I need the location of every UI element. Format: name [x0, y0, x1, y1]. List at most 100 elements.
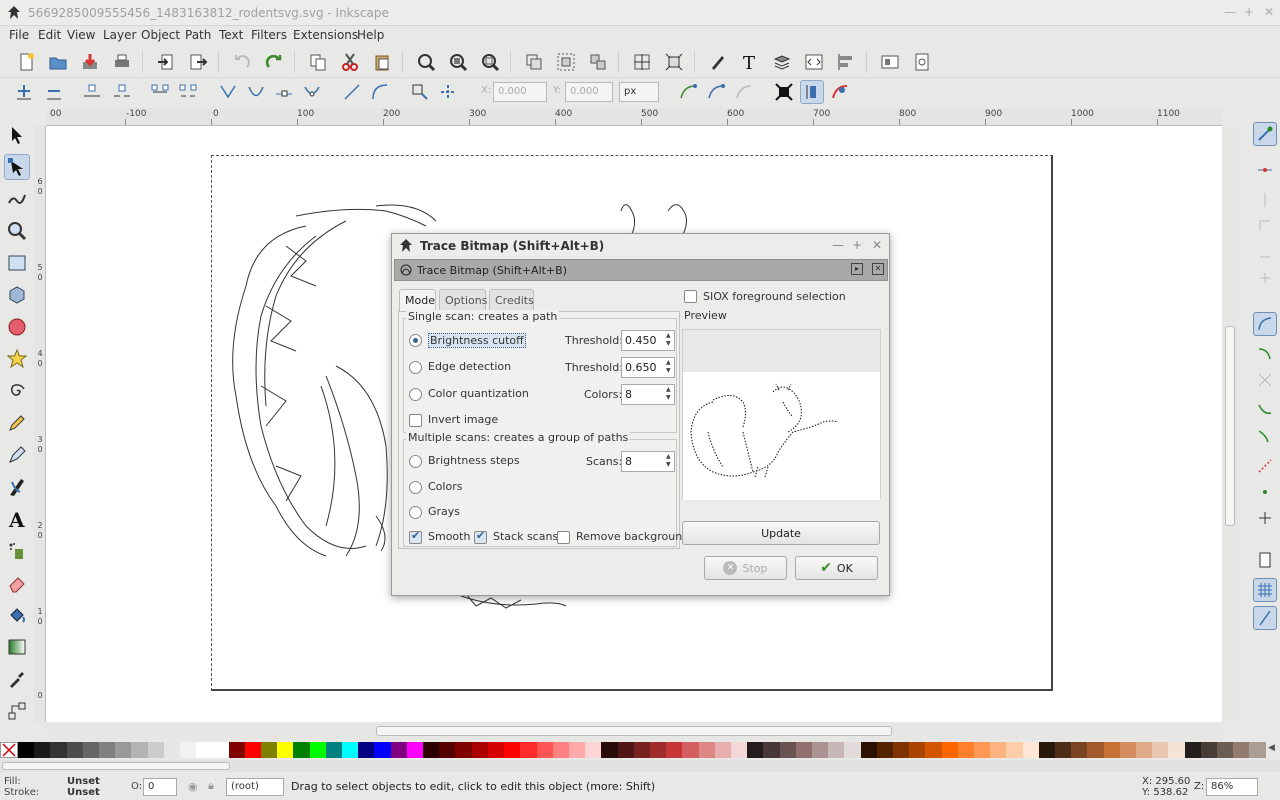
redo-icon[interactable]	[262, 50, 286, 74]
color-swatch[interactable]	[66, 742, 83, 758]
snap-bbox-midpoint-icon[interactable]	[1253, 240, 1277, 264]
unit-select[interactable]: px	[619, 82, 659, 102]
node-cusp-icon[interactable]	[216, 80, 240, 104]
color-swatch[interactable]	[892, 742, 910, 758]
pen-tool-icon[interactable]	[4, 442, 30, 468]
invert-image-checkbox[interactable]	[409, 414, 422, 427]
layers-icon[interactable]	[770, 50, 794, 74]
color-swatch[interactable]	[1184, 742, 1201, 758]
export-icon[interactable]	[186, 50, 210, 74]
color-swatch[interactable]	[698, 742, 715, 758]
snap-midpoints-icon[interactable]	[1253, 454, 1277, 478]
dialog-minimize-icon[interactable]: —	[832, 238, 844, 252]
color-swatch[interactable]	[293, 742, 310, 758]
color-swatch[interactable]	[860, 742, 877, 758]
color-swatch[interactable]	[909, 742, 926, 758]
color-swatch[interactable]	[99, 742, 116, 758]
snap-paths-icon[interactable]	[1253, 342, 1277, 366]
color-swatch[interactable]	[1006, 742, 1023, 758]
color-swatch[interactable]	[941, 742, 958, 758]
show-path-outline-icon[interactable]	[704, 80, 728, 104]
spiral-tool-icon[interactable]	[4, 378, 30, 404]
color-swatch[interactable]	[18, 742, 35, 758]
lock-icon[interactable]: 🔒︎	[208, 779, 214, 793]
color-swatch[interactable]	[439, 742, 456, 758]
print-icon[interactable]	[110, 50, 134, 74]
snap-bbox-corner-icon[interactable]	[1253, 214, 1277, 238]
color-swatch[interactable]	[455, 742, 472, 758]
preferences-icon[interactable]	[910, 50, 934, 74]
dock-undock-icon[interactable]: ▸	[851, 263, 863, 275]
tab-credits[interactable]: Credits	[489, 289, 534, 311]
path-effect-icon[interactable]	[732, 80, 756, 104]
node-symmetric-icon[interactable]	[272, 80, 296, 104]
colors-count-input[interactable]: 8	[621, 384, 675, 405]
color-swatch[interactable]	[325, 742, 343, 758]
snap-centers-icon[interactable]	[1253, 480, 1277, 504]
node-auto-icon[interactable]	[300, 80, 324, 104]
color-swatch[interactable]	[406, 742, 424, 758]
color-swatch[interactable]	[633, 742, 650, 758]
color-swatch[interactable]	[1168, 742, 1185, 758]
color-swatch[interactable]	[730, 742, 748, 758]
object-to-path-icon[interactable]	[408, 80, 432, 104]
color-swatch[interactable]	[844, 742, 861, 758]
connector-tool-icon[interactable]	[4, 698, 30, 724]
import-icon[interactable]	[154, 50, 178, 74]
group-icon[interactable]	[554, 50, 578, 74]
color-swatch[interactable]	[585, 742, 602, 758]
x-coordinate-input[interactable]: 0.000	[493, 82, 547, 102]
brightness-cutoff-radio[interactable]	[409, 334, 422, 347]
open-icon[interactable]	[46, 50, 70, 74]
edge-detection-radio[interactable]	[409, 361, 422, 374]
menu-object[interactable]: Object	[141, 28, 180, 42]
selector-tool-icon[interactable]	[4, 122, 30, 148]
segment-curve-icon[interactable]	[368, 80, 392, 104]
grays-radio[interactable]	[409, 506, 422, 519]
palette-scroll-thumb[interactable]	[2, 762, 230, 770]
snap-bbox-center-icon[interactable]	[1253, 266, 1277, 290]
menu-layer[interactable]: Layer	[103, 28, 136, 42]
color-swatch[interactable]	[747, 742, 764, 758]
snap-enable-icon[interactable]	[1253, 122, 1277, 146]
eraser-tool-icon[interactable]	[4, 570, 30, 596]
zoom-input[interactable]: 86%	[1206, 778, 1258, 796]
dialog-close-icon[interactable]: ✕	[872, 238, 882, 252]
color-swatch[interactable]	[115, 742, 132, 758]
color-swatch[interactable]	[196, 742, 213, 758]
star-tool-icon[interactable]	[4, 346, 30, 372]
join-segment-icon[interactable]	[148, 80, 172, 104]
zoom-page-icon[interactable]	[478, 50, 502, 74]
color-swatch[interactable]	[244, 742, 262, 758]
save-icon[interactable]	[78, 50, 102, 74]
snap-nodes-icon[interactable]	[1253, 312, 1277, 336]
color-swatch[interactable]	[973, 742, 991, 758]
vertical-scroll-thumb[interactable]	[1225, 326, 1235, 526]
color-swatch[interactable]	[261, 742, 278, 758]
dialog-titlebar[interactable]: Trace Bitmap (Shift+Alt+B) — + ✕	[392, 234, 889, 258]
text-tool-icon[interactable]: A	[4, 506, 30, 532]
close-icon[interactable]: ✕	[1264, 5, 1274, 19]
brightness-threshold-input[interactable]: 0.450	[621, 330, 675, 351]
show-bbox-icon[interactable]	[800, 80, 824, 104]
color-swatch[interactable]	[795, 742, 812, 758]
update-button[interactable]: Update	[682, 521, 880, 545]
menu-extensions[interactable]: Extensions	[293, 28, 358, 42]
duplicate-icon[interactable]	[522, 50, 546, 74]
gradient-tool-icon[interactable]	[4, 634, 30, 660]
stack-scans-checkbox[interactable]	[474, 529, 487, 544]
fill-value[interactable]: Unset	[67, 776, 100, 787]
layer-select[interactable]: (root)	[226, 778, 284, 796]
calligraphy-tool-icon[interactable]	[4, 474, 30, 500]
color-swatch[interactable]	[423, 742, 440, 758]
color-swatch[interactable]	[1249, 742, 1266, 758]
siox-checkbox[interactable]	[684, 290, 697, 303]
tab-mode[interactable]: Mode	[399, 289, 436, 312]
color-swatch[interactable]	[617, 742, 634, 758]
stroke-to-path-icon[interactable]	[436, 80, 460, 104]
minimize-icon[interactable]: —	[1224, 5, 1236, 19]
color-swatch[interactable]	[1038, 742, 1055, 758]
transform-icon[interactable]	[662, 50, 686, 74]
zoom-tool-icon[interactable]	[4, 218, 30, 244]
color-swatch[interactable]	[277, 742, 294, 758]
